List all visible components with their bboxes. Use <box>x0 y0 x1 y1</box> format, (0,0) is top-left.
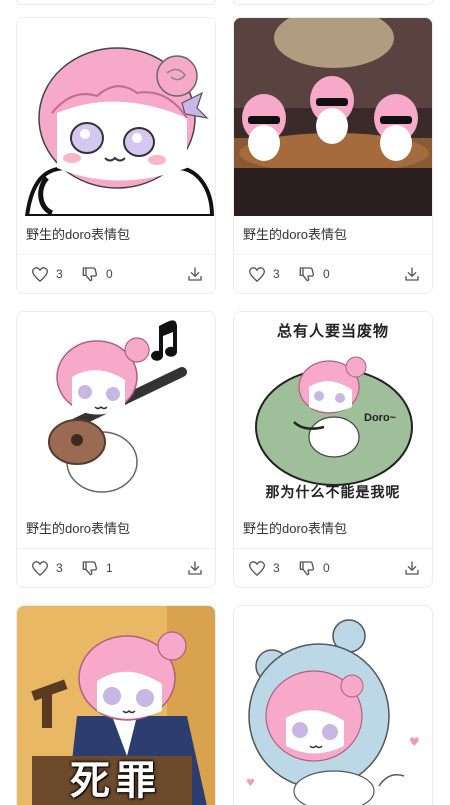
dislike-count: 0 <box>323 561 330 575</box>
previous-cards-edge <box>0 0 450 10</box>
dislike-count: 0 <box>323 267 330 281</box>
thumbs-down-icon <box>299 267 315 282</box>
meme-image[interactable] <box>234 18 432 216</box>
download-button[interactable] <box>187 560 203 576</box>
download-button[interactable] <box>187 266 203 282</box>
previous-card-edge <box>16 0 216 5</box>
heart-icon <box>32 560 48 576</box>
download-icon <box>188 561 202 575</box>
download-icon <box>188 267 202 281</box>
meme-image[interactable]: 总有人要当废物 Doro~ 那为什么不能是我呢 <box>234 312 432 510</box>
meme-title[interactable]: 野生的doro表情包 <box>17 216 215 255</box>
meme-caption: 死罪 <box>70 759 162 803</box>
dislike-button[interactable]: 0 <box>299 266 331 282</box>
meme-card[interactable]: 野生的doro表情包 3 1 <box>16 311 216 588</box>
meme-caption-top: 总有人要当废物 <box>276 323 389 340</box>
heart-icon <box>249 266 265 282</box>
meme-title[interactable]: 野生的doro表情包 <box>17 510 215 549</box>
like-button[interactable]: 3 <box>32 266 64 282</box>
svg-text:♥: ♥ <box>246 778 255 789</box>
meme-card[interactable]: 死罪 <box>16 605 216 805</box>
like-count: 3 <box>273 267 280 281</box>
like-button[interactable]: 3 <box>249 266 281 282</box>
meme-image[interactable]: ♥ ♥ <box>234 606 432 805</box>
dislike-button[interactable]: 0 <box>82 266 114 282</box>
thumbs-down-icon <box>82 561 98 576</box>
dislike-button[interactable]: 0 <box>299 560 331 576</box>
meme-image[interactable] <box>17 312 215 510</box>
download-icon <box>405 267 419 281</box>
meme-grid: 野生的doro表情包 3 0 野生的doro表情包 3 0 野生的doro表情包… <box>16 17 433 805</box>
meme-card[interactable]: 野生的doro表情包 3 0 <box>233 17 433 294</box>
download-button[interactable] <box>404 266 420 282</box>
thumbs-down-icon <box>299 561 315 576</box>
card-actions: 3 0 <box>234 549 432 587</box>
meme-caption-label: Doro~ <box>364 412 397 424</box>
meme-card[interactable]: ♥ ♥ <box>233 605 433 805</box>
dislike-button[interactable]: 1 <box>82 560 114 576</box>
dislike-count: 1 <box>106 561 113 575</box>
meme-image[interactable] <box>17 18 215 216</box>
like-count: 3 <box>56 267 63 281</box>
card-actions: 3 0 <box>17 255 215 293</box>
meme-title[interactable]: 野生的doro表情包 <box>234 510 432 549</box>
previous-card-edge <box>233 0 433 5</box>
like-count: 3 <box>56 561 63 575</box>
heart-icon <box>249 560 265 576</box>
card-actions: 3 0 <box>234 255 432 293</box>
download-button[interactable] <box>404 560 420 576</box>
download-icon <box>405 561 419 575</box>
meme-title[interactable]: 野生的doro表情包 <box>234 216 432 255</box>
dislike-count: 0 <box>106 267 113 281</box>
svg-text:♥: ♥ <box>409 735 420 749</box>
like-button[interactable]: 3 <box>32 560 64 576</box>
thumbs-down-icon <box>82 267 98 282</box>
meme-card[interactable]: 总有人要当废物 Doro~ 那为什么不能是我呢 野生的doro表情包 3 0 <box>233 311 433 588</box>
heart-icon <box>32 266 48 282</box>
meme-caption-bottom: 那为什么不能是我呢 <box>265 484 401 500</box>
like-count: 3 <box>273 561 280 575</box>
meme-card[interactable]: 野生的doro表情包 3 0 <box>16 17 216 294</box>
meme-image[interactable]: 死罪 <box>17 606 215 805</box>
card-actions: 3 1 <box>17 549 215 587</box>
like-button[interactable]: 3 <box>249 560 281 576</box>
